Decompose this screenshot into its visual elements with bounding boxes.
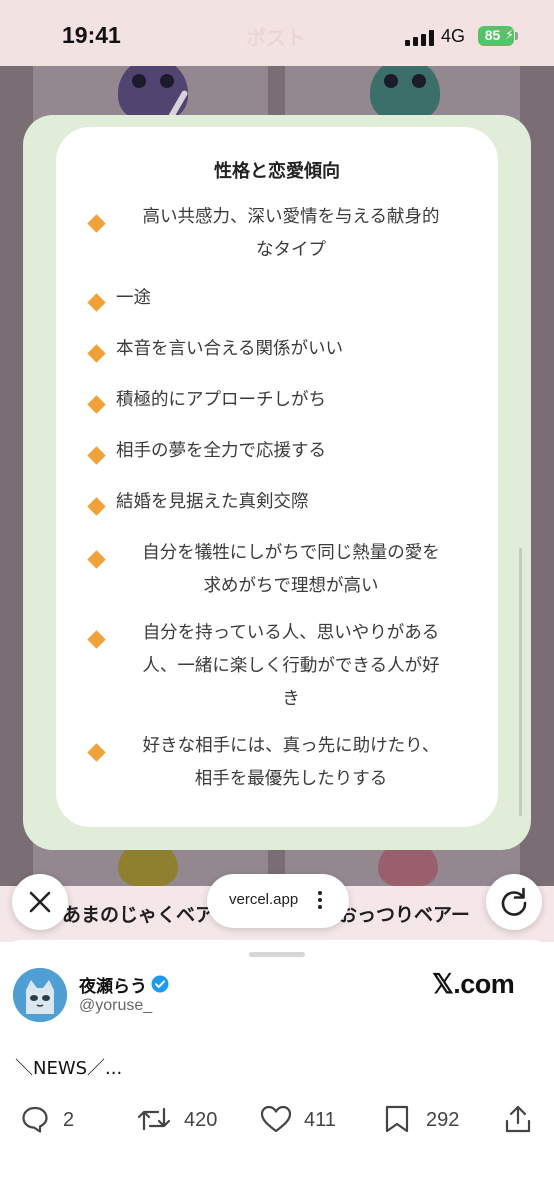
trait-text: 自分を持っている人、思いやりがある 人、一緒に楽しく行動ができる人が好き	[142, 623, 440, 709]
status-bar: 19:41 ポスト 4G 85 ⚡︎	[0, 0, 554, 66]
reply-icon	[22, 1106, 48, 1133]
signal-icon	[405, 30, 435, 46]
reply-button[interactable]: 2	[20, 1104, 80, 1138]
repost-count: 420	[184, 1109, 218, 1131]
trait-text: 結婚を見据えた真剣交際	[116, 492, 309, 512]
like-button[interactable]: 411	[259, 1104, 349, 1138]
network-type: 4G	[441, 26, 466, 46]
x-logo[interactable]: 𝕏.com	[432, 969, 515, 1000]
url-pill[interactable]: vercel.app	[207, 874, 349, 928]
user-handle[interactable]: @yoruse_	[79, 997, 152, 1015]
post-text: ＼NEWS／...	[15, 1058, 123, 1079]
reload-button[interactable]	[486, 874, 542, 930]
more-options-icon[interactable]	[318, 891, 322, 911]
modal-scrollbar[interactable]	[519, 548, 522, 816]
verified-badge-icon	[151, 975, 169, 993]
charging-bolt-icon: ⚡︎	[505, 28, 515, 43]
share-button[interactable]	[503, 1104, 533, 1138]
status-time: 19:41	[62, 22, 121, 48]
bookmark-icon	[385, 1105, 409, 1133]
repost-icon	[137, 1107, 171, 1131]
close-icon	[29, 891, 51, 913]
reload-icon	[501, 887, 527, 916]
display-name[interactable]: 夜瀬らう	[79, 972, 147, 997]
trait-text: 高い共感力、深い愛情を与える献身的 なタイプ	[142, 207, 440, 260]
character-name-right[interactable]: おっつりベアー	[338, 900, 470, 927]
trait-text: 積極的にアプローチしがち	[116, 390, 326, 410]
share-icon	[505, 1105, 531, 1133]
trait-text: 相手の夢を全力で応援する	[116, 441, 326, 461]
bookmark-button[interactable]: 292	[382, 1104, 472, 1138]
teal-bear-illustration	[370, 58, 440, 120]
like-count: 411	[304, 1109, 336, 1131]
battery-icon: 85 ⚡︎	[478, 26, 514, 46]
trait-text: 自分を犠牲にしがちで同じ熱量の愛を 求めがちで理想が高い	[142, 543, 440, 596]
bookmark-count: 292	[426, 1109, 460, 1131]
battery-tip	[515, 32, 518, 40]
battery-level: 85	[484, 27, 501, 43]
close-button[interactable]	[12, 874, 68, 930]
trait-text: 好きな相手には、真っ先に助けたり、 相手を最優先したりする	[142, 736, 440, 789]
sheet-grabber[interactable]	[249, 952, 305, 957]
trait-text: 本音を言い合える関係がいい	[116, 339, 343, 359]
heart-icon	[260, 1105, 292, 1133]
avatar[interactable]	[13, 968, 67, 1022]
cat-avatar-icon	[13, 968, 67, 1022]
modal-title: 性格と恋愛傾向	[214, 161, 340, 182]
url-text: vercel.app	[229, 891, 299, 908]
page-title: ポスト	[246, 26, 306, 50]
repost-button[interactable]: 420	[137, 1104, 237, 1138]
character-name-left[interactable]: あまのじゃくベア	[62, 900, 214, 927]
reply-count: 2	[63, 1109, 75, 1131]
trait-text: 一途	[116, 288, 151, 308]
